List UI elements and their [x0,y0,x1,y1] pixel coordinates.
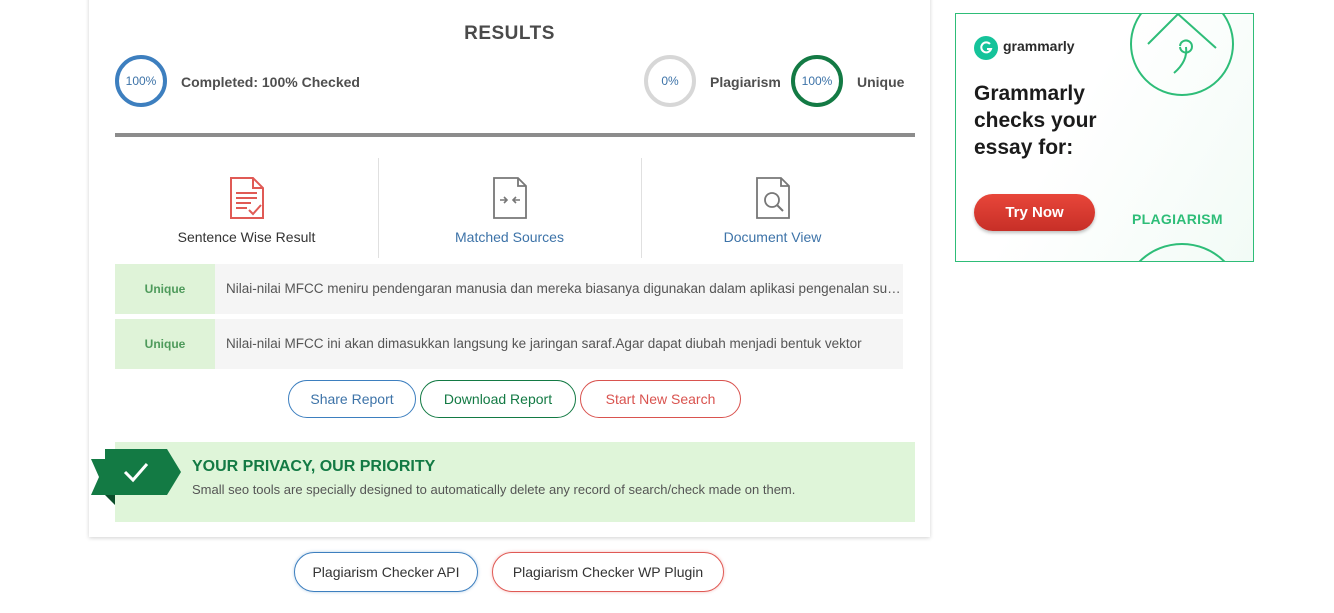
tab-matched-sources[interactable]: Matched Sources [378,157,641,257]
grammarly-logo-icon [974,36,998,60]
tab-label-sentence-wise-result: Sentence Wise Result [177,229,316,245]
ad-headline: Grammarly checks your essay for: [974,82,1097,159]
plagiarism-checker-wp-plugin-link[interactable]: Plagiarism Checker WP Plugin [492,552,724,592]
completed-ring: 100% [115,55,167,107]
tab-label-document-view: Document View [723,229,822,245]
tab-sentence-wise-result[interactable]: Sentence Wise Result [115,157,378,257]
completed-label: Completed: 100% Checked [181,74,360,90]
share-report-button[interactable]: Share Report [288,380,416,418]
start-new-search-button[interactable]: Start New Search [580,380,741,418]
sentence-text: Nilai-nilai MFCC ini akan dimasukkan lan… [226,336,862,351]
tab-label-matched-sources: Matched Sources [455,229,564,245]
ad-brand: grammarly [1003,38,1075,54]
document-check-icon [229,177,264,219]
plagiarism-checker-api-link[interactable]: Plagiarism Checker API [294,552,478,592]
sentence-row[interactable]: Unique Nilai-nilai MFCC meniru pendengar… [115,264,903,314]
grammarly-ad[interactable]: grammarly Grammarly checks your essay fo… [955,13,1254,262]
status-badge: Unique [115,319,215,369]
sentence-text: Nilai-nilai MFCC meniru pendengaran manu… [226,281,902,296]
results-title: RESULTS [464,23,555,44]
sentence-row[interactable]: Unique Nilai-nilai MFCC ini akan dimasuk… [115,319,903,369]
status-badge: Unique [115,264,215,314]
check-ribbon-icon [91,449,181,505]
completion-progress-bar [115,133,915,137]
ad-plagiarism-tag: PLAGIARISM [1132,211,1223,227]
plagiarism-ring: 0% [644,55,696,107]
privacy-text: Small seo tools are specially designed t… [192,482,796,497]
plagiarism-label: Plagiarism [710,74,781,90]
tab-document-view[interactable]: Document View [641,157,904,257]
ad-try-now-button[interactable]: Try Now [974,194,1095,231]
download-report-button[interactable]: Download Report [420,380,576,418]
unique-ring: 100% [791,55,843,107]
compare-document-icon [492,177,527,219]
results-card: RESULTS 100% Completed: 100% Checked 0% … [89,0,930,537]
privacy-banner: YOUR PRIVACY, OUR PRIORITY Small seo too… [115,442,915,522]
document-search-icon [755,177,790,219]
unique-label: Unique [857,74,905,90]
privacy-title: YOUR PRIVACY, OUR PRIORITY [192,458,436,475]
